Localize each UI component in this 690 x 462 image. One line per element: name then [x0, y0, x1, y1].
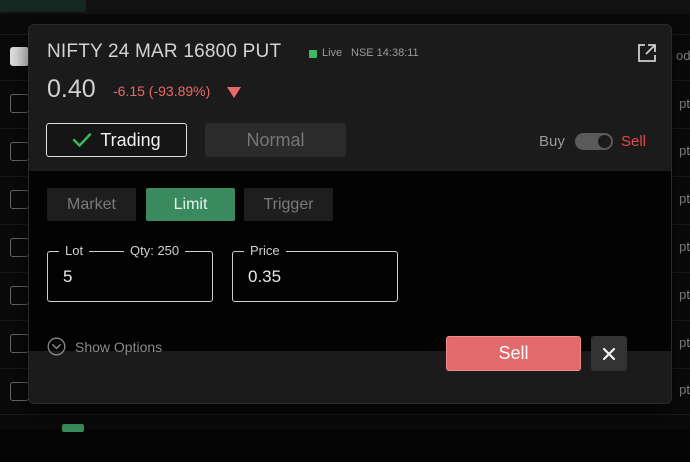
price-field[interactable]: Price 0.35: [232, 243, 398, 302]
cell-fragment: pt: [679, 239, 690, 254]
order-type-limit[interactable]: Limit: [146, 188, 235, 221]
background-topbar: [0, 0, 690, 14]
row-checkbox[interactable]: [10, 190, 29, 209]
live-indicator-icon: [309, 50, 317, 58]
live-label: Live: [322, 47, 343, 59]
table-row: [0, 414, 690, 462]
tab-trading[interactable]: Trading: [46, 123, 187, 157]
chevron-down-circle-icon: [47, 337, 66, 356]
show-options-label: Show Options: [75, 338, 163, 355]
cell-fragment: pt: [679, 96, 690, 111]
cell-fragment: pt: [679, 335, 690, 350]
column-header-fragment: od: [676, 48, 690, 63]
row-checkbox[interactable]: [10, 334, 29, 353]
lot-field[interactable]: Lot Qty: 250 5: [47, 243, 213, 302]
select-all-checkbox[interactable]: [10, 47, 29, 66]
sell-label[interactable]: Sell: [621, 133, 646, 150]
buy-sell-toggle[interactable]: [575, 133, 613, 150]
row-checkbox[interactable]: [10, 94, 29, 113]
price-value[interactable]: 0.35: [248, 267, 281, 287]
instrument-title: NIFTY 24 MAR 16800 PUT: [47, 41, 282, 62]
down-triangle-icon: [227, 87, 241, 98]
background-tab-chip: [0, 0, 86, 12]
qty-label: Qty: 250: [124, 243, 186, 258]
submit-sell-button[interactable]: Sell: [446, 336, 581, 371]
show-options-toggle[interactable]: Show Options: [47, 337, 162, 356]
tab-trading-label: Trading: [100, 129, 161, 150]
order-type-trigger[interactable]: Trigger: [244, 188, 333, 221]
cell-fragment: pt: [679, 287, 690, 302]
row-checkbox[interactable]: [10, 382, 29, 401]
price-label: Price: [244, 243, 286, 258]
background-status-chip: [62, 424, 84, 432]
check-icon: [73, 133, 92, 147]
row-checkbox[interactable]: [10, 142, 29, 161]
buy-label[interactable]: Buy: [539, 133, 565, 150]
close-icon: [602, 347, 616, 360]
order-type-market[interactable]: Market: [47, 188, 136, 221]
order-form: Market Limit Trigger Lot Qty: 250 5 Pric…: [29, 171, 671, 356]
close-button[interactable]: [591, 336, 627, 371]
exchange-timestamp: NSE 14:38:11: [351, 47, 419, 59]
cell-fragment: pt: [679, 382, 690, 397]
price-change: -6.15 (-93.89%): [113, 83, 211, 99]
lot-value[interactable]: 5: [63, 267, 72, 287]
row-checkbox[interactable]: [10, 238, 29, 257]
lot-label: Lot: [59, 243, 90, 258]
tab-normal[interactable]: Normal: [205, 123, 346, 157]
toggle-knob: [598, 135, 611, 148]
cell-fragment: pt: [679, 191, 690, 206]
row-checkbox[interactable]: [10, 286, 29, 305]
popout-icon[interactable]: [637, 43, 657, 63]
last-price: 0.40: [47, 75, 96, 103]
cell-fragment: pt: [679, 143, 690, 158]
